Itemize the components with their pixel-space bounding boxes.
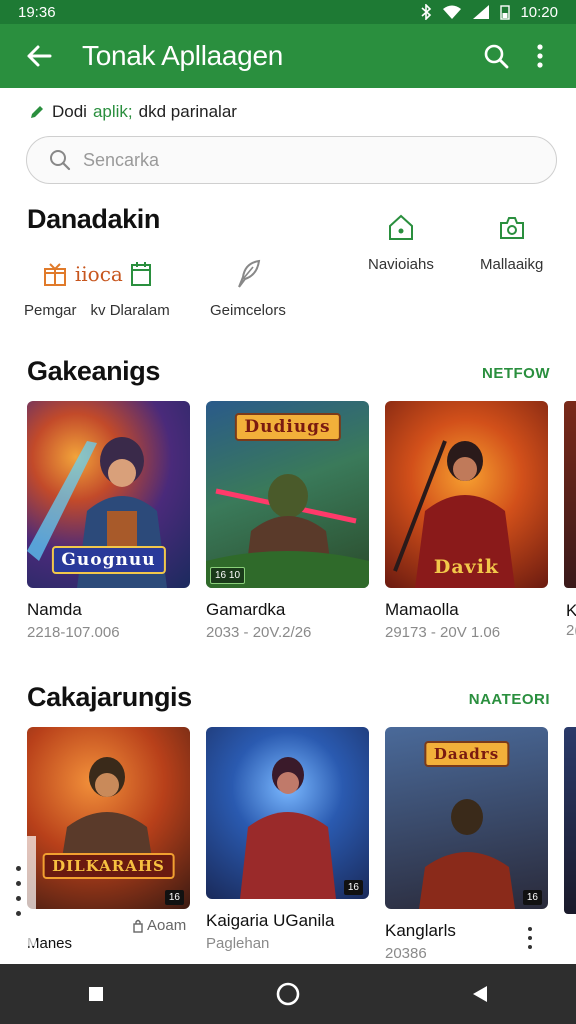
game-card[interactable]: Guognuu Namda 2218-107.006 <box>27 401 190 641</box>
subtitle-prefix: Dodi <box>52 102 87 121</box>
game-name: Namda <box>27 600 82 619</box>
signal-icon <box>473 5 490 19</box>
age-rating-badge: 16 <box>522 890 542 905</box>
subtitle-highlight: aplik; <box>92 102 133 121</box>
game-meta: 2218-107.006 <box>27 624 120 641</box>
game-logo: DILKARAHS <box>42 853 175 879</box>
game-art: Davik <box>385 401 548 588</box>
search-icon <box>484 44 509 69</box>
game-extra: Aoam <box>147 917 187 934</box>
game-logo: Guognuu <box>51 546 166 574</box>
back-triangle-icon <box>473 986 487 1002</box>
category-label: Mallaaikg <box>480 256 544 273</box>
more-vert-icon <box>537 44 543 68</box>
app-title: Tonak Apllaagen <box>82 40 284 71</box>
game-name: Kaigaria UGanila <box>206 911 335 930</box>
game-card[interactable]: DILKARAHS 16 Aoam Manes <box>27 727 190 952</box>
leaf-icon <box>237 259 261 288</box>
category-label: Navioiahs <box>368 256 434 273</box>
nav-back-button[interactable] <box>450 969 510 1019</box>
gift-icon <box>43 263 66 286</box>
game-name: Gamardka <box>206 600 286 619</box>
pencil-icon <box>31 106 43 118</box>
bluetooth-icon <box>421 4 432 20</box>
home-circle-icon <box>276 982 300 1006</box>
game-art: 16 <box>206 727 369 899</box>
age-rating-badge: 16 10 <box>210 567 246 584</box>
status-bar: 19:36 10:20 <box>0 0 576 24</box>
home-icon <box>388 214 413 240</box>
side-handle[interactable] <box>0 836 36 946</box>
game-name: Mamaolla <box>385 600 459 619</box>
search-input[interactable] <box>83 149 523 171</box>
camera-icon <box>499 217 524 239</box>
section1-more-link[interactable]: NETFOW <box>482 365 550 382</box>
game-logo: Daadrs <box>423 741 510 767</box>
category-label: Geimcelors <box>210 302 286 319</box>
status-time-right: 10:20 <box>520 3 558 21</box>
calendar-icon <box>130 262 151 286</box>
category-item-0[interactable]: iioca Pemgar kv Dlaralam <box>24 254 170 319</box>
game-meta: 29173 - 20V 1.06 <box>385 624 501 641</box>
game-logo: Davik <box>433 556 500 578</box>
game-logo: Dudiugs <box>234 413 341 441</box>
game-meta: Paglehan <box>206 935 270 952</box>
back-arrow-icon <box>27 45 52 67</box>
game-art: Dudiugs 16 10 <box>206 401 369 588</box>
game-name: K <box>566 601 576 620</box>
system-nav-bar <box>0 964 576 1024</box>
section2-more-link[interactable]: NAATEORI <box>469 691 550 708</box>
hero-illustration <box>59 757 155 877</box>
more-options-button[interactable] <box>518 34 562 78</box>
nav-home-button[interactable] <box>258 969 318 1019</box>
app-bar: Tonak Apllaagen <box>0 24 576 88</box>
card-more-button[interactable] <box>525 927 535 949</box>
age-rating-badge: 16 <box>343 880 363 895</box>
section1-heading: Gakeanigs <box>27 356 160 386</box>
subtitle: Dodi aplik; dkd parinalar <box>28 102 237 122</box>
status-time-left: 19:36 <box>18 3 56 21</box>
game-card-peek[interactable] <box>564 401 576 588</box>
back-button[interactable] <box>22 39 56 73</box>
category-item-3[interactable]: Navioiahs <box>368 208 434 273</box>
category-item-4[interactable]: Mallaaikg <box>480 208 543 273</box>
recents-icon <box>89 987 103 1001</box>
hero-illustration <box>240 757 336 899</box>
game-meta: 2033 - 20V.2/26 <box>206 624 312 641</box>
battery-icon <box>500 5 511 20</box>
game-card[interactable]: Davik Mamaolla 29173 - 20V 1.06 <box>385 401 548 641</box>
wifi-icon <box>443 5 462 19</box>
game-art: DILKARAHS 16 <box>27 727 190 909</box>
game-card[interactable]: Dudiugs 16 10 Gamardka 2033 - 20V.2/26 <box>206 401 369 641</box>
game-card-peek[interactable] <box>564 727 576 914</box>
category-label: kv Dlaralam <box>90 302 170 319</box>
category-item-2[interactable]: Geimcelors <box>210 254 286 319</box>
category-icon-text: iioca <box>74 262 123 286</box>
game-art: Daadrs 16 <box>385 727 548 909</box>
game-name: Kanglarls <box>385 921 456 940</box>
nav-recents-button[interactable] <box>66 969 126 1019</box>
game-card[interactable]: Daadrs 16 Kanglarls 20386 <box>385 727 548 962</box>
game-art: Guognuu <box>27 401 190 588</box>
categories-heading: Danadakin <box>27 204 160 234</box>
age-rating-badge: 16 <box>164 890 184 905</box>
game-card[interactable]: 16 Kaigaria UGanila Paglehan <box>206 727 369 952</box>
subtitle-suffix: dkd parinalar <box>138 102 237 121</box>
game-name: Manes <box>27 935 73 952</box>
section2-heading: Cakajarungis <box>27 682 192 712</box>
lock-icon <box>133 919 143 933</box>
game-meta: 20386 <box>385 945 427 962</box>
category-label: Pemgar <box>24 302 77 319</box>
game-meta: 2( <box>566 622 576 639</box>
search-button[interactable] <box>474 34 518 78</box>
search-icon <box>50 150 71 171</box>
search-bar[interactable] <box>26 136 557 184</box>
